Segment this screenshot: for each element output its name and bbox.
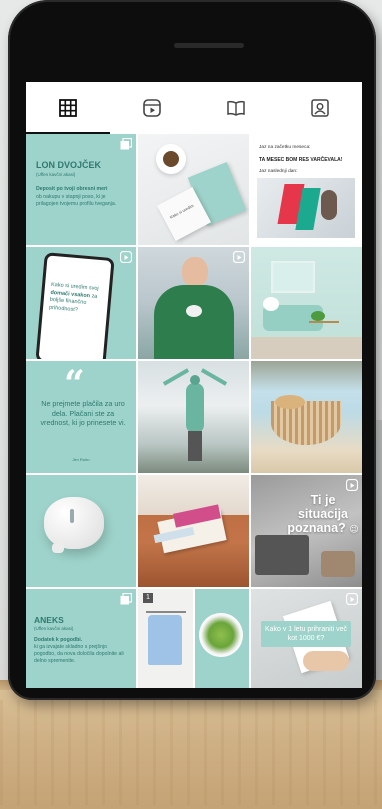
post-salad[interactable] (195, 589, 249, 688)
post-lon-dvojcek[interactable]: LON DVOJČEK (Uffen kavčni akasi) Deposit… (26, 134, 136, 245)
post-aneks[interactable]: ANEKS (Uffen kavčni akasi) Dodatek k pog… (26, 589, 136, 688)
sun-hat (275, 395, 305, 409)
person-body (186, 383, 204, 433)
aneks-body: ki ga izvajate skladno s prejšnjo pogodb… (34, 644, 124, 664)
salad-bowl (199, 613, 243, 657)
profile-tab-bar (26, 82, 362, 134)
post-books-stack[interactable] (138, 475, 249, 587)
meme-photo (257, 178, 355, 238)
post-living-room[interactable] (251, 247, 362, 359)
reel-icon (233, 251, 245, 263)
post-phone-budget[interactable]: Kako si uredim svoj domači vsakon za bol… (26, 247, 136, 359)
notebook-caption: Kako si uredim (168, 202, 195, 220)
carousel-icon (120, 138, 132, 150)
piggy-bank (44, 497, 104, 549)
wink-emoji: 😉 (349, 524, 359, 534)
coffee-cup (156, 144, 186, 174)
meme-line2: TA MESEC BOM RES VARČEVALA! (259, 157, 343, 163)
tagged-user-icon (311, 99, 329, 117)
palm-leaves (251, 361, 362, 391)
tab-posts[interactable] (26, 82, 110, 134)
quote-author: Jim Rohn (72, 457, 90, 462)
phone-screen: LON DVOJČEK (Uffen kavčni akasi) Deposit… (26, 82, 362, 688)
post-subtitle: (Uffen kavčni akasi) (36, 172, 76, 177)
situation-text-label: Ti je situacija poznana? (287, 493, 349, 535)
post-savings-meme[interactable]: Jaz na začetku meseca: TA MESEC BOM RES … (251, 134, 362, 245)
tab-tagged[interactable] (278, 82, 362, 134)
guide-book-icon (227, 100, 245, 116)
salary-label: Kako v 1 letu prihraniti več kot 1000 €? (261, 621, 351, 647)
post-situation[interactable]: Ti je situacija poznana? 😉 (251, 475, 362, 587)
reel-icon (346, 479, 358, 491)
phone-speaker (174, 43, 244, 48)
wood-grain (0, 700, 382, 805)
post-summit-person[interactable] (138, 361, 249, 473)
post-piggy-bank[interactable] (26, 475, 136, 587)
tab-guides[interactable] (194, 82, 278, 134)
player-jersey (154, 285, 234, 359)
laptop (255, 535, 309, 575)
tab-reels[interactable] (110, 82, 194, 134)
carousel-icon (120, 593, 132, 605)
dog (263, 297, 279, 311)
quote-text: Ne prejmete plačila za uro dela. Plačani… (40, 399, 126, 427)
post-notebook-photo[interactable]: Kako si uredim (138, 134, 249, 245)
post-hammock-beach[interactable] (251, 361, 362, 473)
situation-text: Ti je situacija poznana? 😉 (285, 493, 361, 536)
post-body: ob nakupu v stapnji poso, ki je prilagoj… (36, 194, 117, 207)
grid-icon (59, 99, 77, 117)
phone-mockup: Kako si uredim svoj domači vsakon za bol… (35, 252, 115, 359)
post-hockey-player[interactable] (138, 247, 249, 359)
plant (311, 311, 325, 321)
post-quote[interactable]: “ Ne prejmete plačila za uro dela. Plača… (26, 361, 136, 473)
reel-icon (120, 251, 132, 263)
post-blazer[interactable]: 1 (138, 589, 193, 688)
aneks-title: ANEKS (34, 615, 64, 625)
aneks-body-bold: Dodatek k pogodbi. (34, 637, 83, 643)
reel-icon (346, 593, 358, 605)
blazer (148, 615, 182, 665)
number-badge: 1 (143, 593, 153, 603)
post-body-bold: Deposit po tvoji obresni meri (36, 186, 108, 192)
meme-line3: Jaz naslednji dan: (259, 169, 298, 174)
reels-icon (143, 99, 161, 117)
player-head (182, 257, 208, 287)
aneks-subtitle: (Uffen kavčni akasi) (34, 626, 74, 631)
post-title: LON DVOJČEK (36, 160, 102, 170)
post-savings-1000[interactable]: Kako v 1 letu prihraniti več kot 1000 €? (251, 589, 362, 688)
meme-line1: Jaz na začetku meseca: (259, 145, 311, 150)
